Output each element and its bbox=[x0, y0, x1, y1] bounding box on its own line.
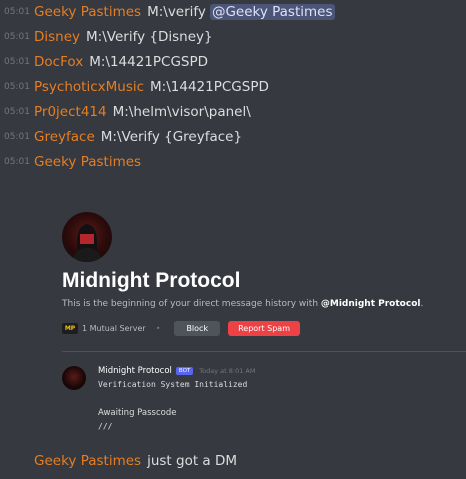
author-name[interactable]: Geeky Pastimes bbox=[34, 453, 141, 469]
bot-avatar[interactable] bbox=[62, 366, 86, 390]
mutual-servers[interactable]: 1 Mutual Server bbox=[82, 324, 146, 333]
timestamp: 05:01 bbox=[4, 7, 30, 17]
message: 05:01 Geeky Pastimes bbox=[0, 151, 147, 173]
server-icon[interactable]: MP bbox=[62, 322, 78, 334]
bot-name[interactable]: Midnight Protocol bbox=[98, 366, 172, 376]
bot-badge: BOT bbox=[175, 367, 194, 375]
message-text: M:\helm\visor\panel\ bbox=[112, 104, 251, 120]
author-name[interactable]: Geeky Pastimes bbox=[34, 154, 141, 170]
message-text: M:\Verify {Greyface} bbox=[100, 129, 243, 145]
author-name[interactable]: PsychoticxMusic bbox=[34, 79, 144, 95]
embedded-screenshot[interactable]: Midnight Protocol This is the beginning … bbox=[51, 196, 466, 446]
separator-dot: • bbox=[155, 323, 161, 333]
profile-avatar bbox=[62, 212, 112, 262]
timestamp: 05:01 bbox=[4, 157, 30, 167]
message: 05:01 Pr0ject414 M:\helm\visor\panel\ bbox=[0, 101, 251, 123]
timestamp: 05:01 bbox=[4, 107, 30, 117]
message-text: just got a DM bbox=[147, 453, 238, 469]
message: Geeky Pastimes just got a DM bbox=[0, 450, 237, 472]
hooded-figure-icon bbox=[72, 224, 102, 262]
message: 05:01 Disney M:\Verify {Disney} bbox=[0, 26, 213, 48]
message-text: M:\14421PCGSPD bbox=[150, 79, 269, 95]
profile-actions: MP 1 Mutual Server • Block Report Spam bbox=[62, 320, 300, 336]
code-line: Verification System Initialized bbox=[98, 380, 248, 389]
timestamp: 05:01 bbox=[4, 82, 30, 92]
notice-suffix: . bbox=[420, 299, 424, 309]
bot-text-line: Awaiting Passcode bbox=[98, 408, 177, 418]
dm-history-notice: This is the beginning of your direct mes… bbox=[62, 299, 423, 309]
block-button[interactable]: Block bbox=[174, 320, 221, 336]
author-name[interactable]: Disney bbox=[34, 29, 80, 45]
message-text: M:\Verify {Disney} bbox=[86, 29, 213, 45]
author-name[interactable]: Greyface bbox=[34, 129, 95, 145]
author-name[interactable]: Pr0ject414 bbox=[34, 104, 107, 120]
report-spam-button[interactable]: Report Spam bbox=[228, 320, 300, 336]
timestamp: 05:01 bbox=[4, 132, 30, 142]
message-text: M:\14421PCGSPD bbox=[89, 54, 209, 70]
timestamp: 05:01 bbox=[4, 57, 30, 67]
message-text: M:\verify bbox=[147, 4, 206, 20]
bot-message-header: Midnight Protocol BOT Today at 8:01 AM bbox=[98, 366, 255, 376]
profile-title: Midnight Protocol bbox=[62, 269, 241, 292]
message: 05:01 Greyface M:\Verify {Greyface} bbox=[0, 126, 242, 148]
notice-text: This is the beginning of your direct mes… bbox=[62, 299, 321, 309]
message: 05:01 PsychoticxMusic M:\14421PCGSPD bbox=[0, 76, 269, 98]
message: 05:01 Geeky Pastimes M:\verify @Geeky Pa… bbox=[0, 1, 335, 23]
author-name[interactable]: Geeky Pastimes bbox=[34, 4, 141, 20]
bot-timestamp: Today at 8:01 AM bbox=[199, 367, 256, 375]
user-mention[interactable]: @Geeky Pastimes bbox=[209, 4, 335, 20]
timestamp: 05:01 bbox=[4, 32, 30, 42]
new-message-divider bbox=[62, 351, 466, 352]
notice-user: @Midnight Protocol bbox=[320, 299, 421, 309]
message: 05:01 DocFox M:\14421PCGSPD bbox=[0, 51, 208, 73]
code-line: /// bbox=[98, 422, 113, 431]
author-name[interactable]: DocFox bbox=[34, 54, 83, 70]
